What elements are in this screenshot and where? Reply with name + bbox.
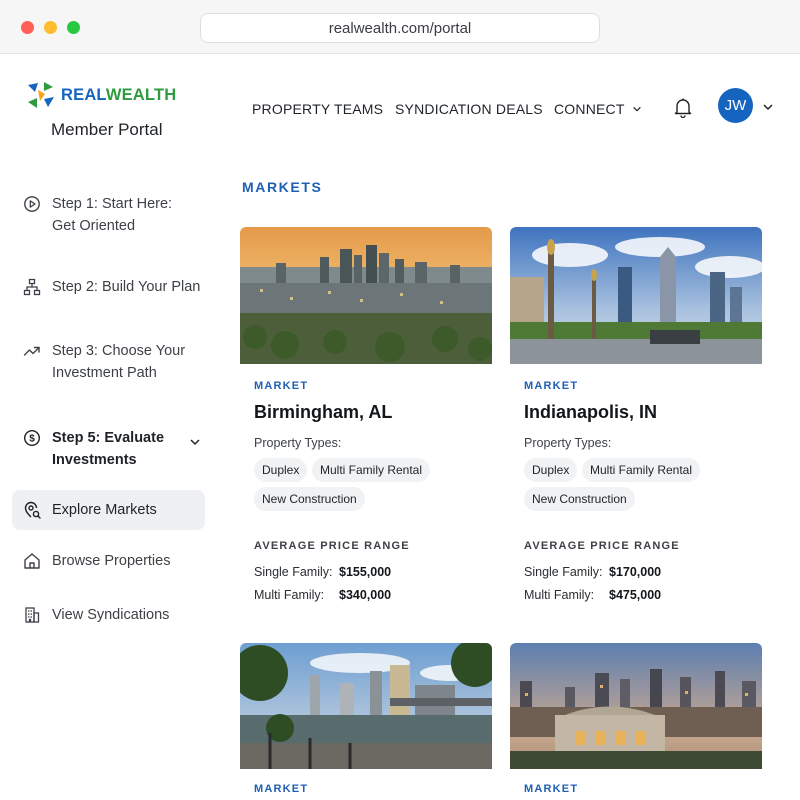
sidebar: REALWEALTH Member Portal Step 1: Start H… [0, 55, 216, 800]
chip-multi-family-rental: Multi Family Rental [582, 458, 701, 482]
card-city: Indianapolis, IN [524, 402, 658, 422]
portal-title: Member Portal [51, 120, 163, 139]
property-types-label: Property Types: [254, 436, 342, 450]
sidebar-item-step5[interactable]: $ Step 5: Evaluate Investments [12, 427, 205, 471]
market-photo-birmingham [240, 227, 492, 364]
card-city: Birmingham, AL [254, 402, 393, 422]
chip-multi-family-rental: Multi Family Rental [312, 458, 431, 482]
market-card-3[interactable]: MARKET [240, 643, 492, 800]
market-card-4[interactable]: MARKET [510, 643, 762, 800]
nav-connect-label: CONNECT [554, 101, 625, 117]
address-bar[interactable]: realwealth.com/portal [200, 13, 600, 43]
minimize-window-button[interactable] [44, 21, 57, 34]
trend-up-icon [23, 342, 41, 360]
multi-family-value: $475,000 [609, 588, 662, 602]
nav-syndication-deals[interactable]: SYNDICATION DEALS [395, 101, 543, 117]
realwealth-logo[interactable]: REALWEALTH [24, 79, 176, 111]
svg-text:$: $ [29, 434, 35, 445]
sidebar-item-label: Browse Properties [52, 553, 171, 569]
single-family-label: Single Family: [524, 565, 603, 579]
logo-mark-icon [24, 79, 58, 111]
card-kicker: MARKET [254, 380, 309, 392]
market-photo-indianapolis [510, 227, 762, 364]
single-family-value: $155,000 [339, 565, 392, 579]
multi-family-row: Multi Family: $475,000 [524, 588, 661, 602]
card-kicker: MARKET [524, 380, 579, 392]
card-kicker: MARKET [254, 783, 309, 795]
market-card-birmingham[interactable]: MARKET Birmingham, AL Property Types: Du… [240, 227, 492, 617]
maximize-window-button[interactable] [67, 21, 80, 34]
top-navigation: PROPERTY TEAMS SYNDICATION DEALS CONNECT… [216, 55, 800, 165]
chip-duplex: Duplex [524, 458, 578, 482]
card-kicker: MARKET [524, 783, 579, 795]
close-window-button[interactable] [21, 21, 34, 34]
market-photo-4 [510, 643, 762, 769]
org-chart-icon [23, 278, 41, 296]
multi-family-label: Multi Family: [524, 588, 595, 602]
multi-family-row: Multi Family: $340,000 [254, 588, 391, 602]
single-family-row: Single Family: $170,000 [524, 565, 661, 579]
sidebar-item-step2[interactable]: Step 2: Build Your Plan [12, 276, 205, 298]
section-title: MARKETS [242, 179, 323, 195]
chip-new-construction: New Construction [254, 487, 365, 511]
sidebar-item-explore-markets[interactable]: Explore Markets [12, 490, 205, 530]
property-types-label: Property Types: [524, 436, 612, 450]
chip-duplex: Duplex [254, 458, 308, 482]
sidebar-item-step1[interactable]: Step 1: Start Here: Get Oriented [12, 193, 205, 237]
nav-property-teams[interactable]: PROPERTY TEAMS [252, 101, 383, 117]
dollar-circle-icon: $ [23, 429, 41, 447]
sidebar-item-label: View Syndications [52, 607, 170, 623]
sidebar-item-label: Step 1: Start Here: Get Oriented [52, 196, 173, 234]
sidebar-item-browse-properties[interactable]: Browse Properties [12, 550, 205, 572]
multi-family-label: Multi Family: [254, 588, 325, 602]
single-family-label: Single Family: [254, 565, 333, 579]
chip-new-construction: New Construction [524, 487, 635, 511]
nav-connect[interactable]: CONNECT [554, 101, 642, 117]
home-icon [23, 552, 41, 570]
play-circle-icon [23, 195, 41, 213]
browser-toolbar: realwealth.com/portal [0, 0, 800, 54]
avatar[interactable]: JW [718, 88, 753, 123]
single-family-row: Single Family: $155,000 [254, 565, 391, 579]
building-icon [23, 606, 41, 624]
bell-icon[interactable] [672, 96, 694, 119]
map-search-icon [23, 501, 41, 519]
market-photo-3 [240, 643, 492, 769]
average-price-label: AVERAGE PRICE RANGE [524, 540, 680, 552]
sidebar-item-label: Explore Markets [52, 502, 157, 518]
sidebar-item-label: Step 2: Build Your Plan [52, 279, 201, 295]
chevron-down-icon[interactable] [189, 433, 201, 446]
sidebar-item-step3[interactable]: Step 3: Choose Your Investment Path [12, 340, 205, 384]
average-price-label: AVERAGE PRICE RANGE [254, 540, 410, 552]
logo-wordmark: REALWEALTH [61, 85, 177, 104]
market-card-indianapolis[interactable]: MARKET Indianapolis, IN Property Types: … [510, 227, 762, 617]
multi-family-value: $340,000 [339, 588, 392, 602]
sidebar-item-view-syndications[interactable]: View Syndications [12, 604, 205, 626]
sidebar-item-label: Step 5: Evaluate Investments [52, 430, 165, 468]
single-family-value: $170,000 [609, 565, 662, 579]
chevron-down-icon[interactable] [762, 100, 774, 112]
chevron-down-icon [633, 106, 642, 112]
sidebar-item-label: Step 3: Choose Your Investment Path [52, 343, 186, 381]
